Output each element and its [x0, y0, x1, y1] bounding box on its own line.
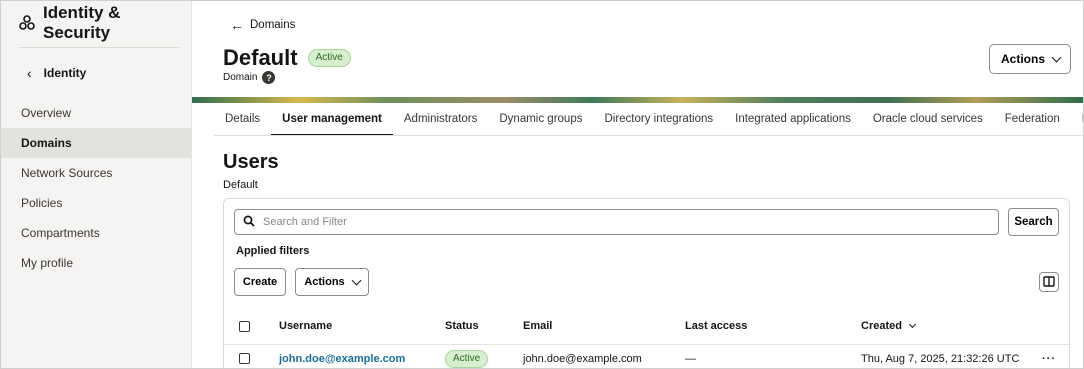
search-input[interactable] [263, 216, 963, 228]
app-window: Identity & Security ‹ Identity Overview … [0, 0, 1084, 369]
sidebar-item-domains[interactable]: Domains [1, 128, 191, 158]
column-username: Username [279, 320, 333, 332]
tab-integrated-applications[interactable]: Integrated applications [724, 103, 862, 135]
row-status-badge: Active [445, 349, 489, 368]
applied-filters-label: Applied filters [236, 245, 310, 257]
column-last-access: Last access [685, 320, 748, 332]
sidebar: Identity & Security ‹ Identity Overview … [1, 1, 192, 368]
tab-domain-policies[interactable]: Domain po [1071, 103, 1083, 135]
header-actions-label: Actions [1000, 52, 1045, 66]
header-actions-button[interactable]: Actions [988, 44, 1071, 74]
page-title-row: Default Active [223, 45, 351, 71]
sidebar-back-label: Identity [43, 66, 87, 80]
sidebar-app-title: Identity & Security [43, 3, 121, 42]
actions-button[interactable]: Actions [295, 268, 369, 296]
sidebar-item-overview[interactable]: Overview [1, 98, 191, 128]
sidebar-item-my-profile[interactable]: My profile [1, 248, 191, 278]
chevron-down-icon [351, 275, 362, 285]
status-badge: Active [307, 49, 351, 67]
chevron-left-icon: ‹ [27, 65, 32, 81]
tab-dynamic-groups[interactable]: Dynamic groups [488, 103, 593, 135]
select-all-checkbox[interactable] [239, 320, 250, 332]
row-more-actions-icon[interactable]: ··· [1042, 353, 1056, 365]
sidebar-item-policies[interactable]: Policies [1, 188, 191, 218]
tab-directory-integrations[interactable]: Directory integrations [593, 103, 724, 135]
search-icon [243, 215, 255, 230]
columns-icon [1043, 275, 1055, 290]
row-checkbox[interactable] [239, 353, 250, 364]
username-link[interactable]: john.doe@example.com [279, 353, 405, 365]
tab-bar: Details User management Administrators D… [214, 103, 1083, 136]
create-button[interactable]: Create [234, 268, 286, 296]
tab-administrators[interactable]: Administrators [393, 103, 489, 135]
row-email: john.doe@example.com [523, 352, 642, 365]
column-email: Email [523, 320, 553, 332]
page-subtitle-row: Domain ? [223, 71, 276, 84]
row-last-access: — [685, 352, 696, 365]
sidebar-header: Identity & Security [1, 1, 191, 45]
row-created: Thu, Aug 7, 2025, 21:32:26 UTC [861, 352, 1020, 365]
arrow-left-icon: ← [230, 17, 244, 33]
identity-logo-icon [19, 15, 35, 31]
column-created-label: Created [861, 320, 902, 332]
table-header: Username Status Email Last access Create… [224, 312, 1071, 340]
columns-toggle-button[interactable] [1039, 272, 1059, 292]
section-subtitle: Default [223, 179, 258, 191]
column-status: Status [445, 320, 479, 332]
chevron-down-icon [1051, 52, 1062, 62]
breadcrumb-label: Domains [250, 19, 296, 31]
sidebar-item-compartments[interactable]: Compartments [1, 218, 191, 248]
search-button[interactable]: Search [1008, 208, 1059, 236]
tab-user-management[interactable]: User management [271, 103, 393, 135]
tab-federation[interactable]: Federation [994, 103, 1071, 135]
main-content: ← Domains Default Active Domain ? Action… [192, 1, 1083, 368]
tab-oracle-cloud-services[interactable]: Oracle cloud services [862, 103, 994, 135]
search-field[interactable] [234, 209, 999, 235]
sidebar-back-link[interactable]: ‹ Identity [1, 48, 191, 98]
help-icon[interactable]: ? [262, 71, 276, 84]
page-title: Default [223, 45, 298, 70]
breadcrumb[interactable]: ← Domains [230, 17, 295, 33]
table-row: john.doe@example.com Active john.doe@exa… [224, 344, 1071, 368]
sidebar-item-network-sources[interactable]: Network Sources [1, 158, 191, 188]
page-subtitle: Domain [223, 72, 258, 83]
section-title: Users [223, 151, 279, 173]
tab-details[interactable]: Details [214, 103, 271, 135]
sort-chevron-down-icon [908, 320, 917, 329]
column-created-sort[interactable]: Created [861, 320, 917, 332]
users-panel: Search Applied filters Create Actions Us… [223, 198, 1071, 368]
actions-button-label: Actions [304, 276, 345, 288]
